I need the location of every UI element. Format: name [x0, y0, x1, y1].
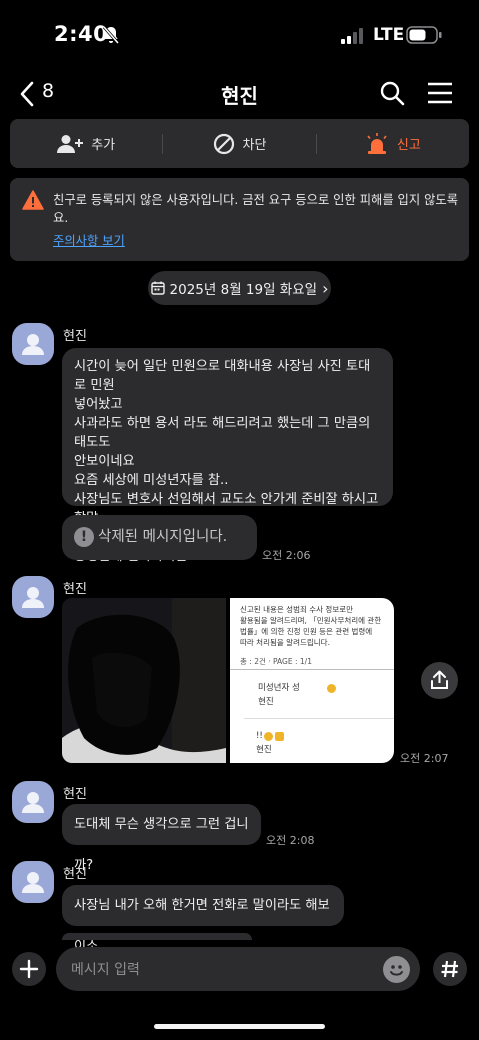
- block-button[interactable]: 차단: [163, 119, 315, 168]
- doc-divider: [230, 669, 394, 670]
- message-bubble-partial[interactable]: [62, 933, 252, 940]
- message-timestamp: 오전 2:07: [400, 752, 449, 765]
- battery-icon: [406, 26, 442, 44]
- sender-name: 현진: [63, 582, 87, 597]
- search-icon[interactable]: [379, 80, 405, 106]
- network-type: LTE: [373, 25, 405, 45]
- redacted-photo-image: [62, 598, 226, 763]
- share-button[interactable]: [421, 662, 458, 699]
- signal-icon: [341, 28, 363, 44]
- menu-icon[interactable]: [427, 81, 453, 105]
- badge-icon: [264, 732, 273, 741]
- avatar[interactable]: [12, 576, 54, 618]
- message-input[interactable]: 메시지 입력: [56, 947, 420, 991]
- date-divider[interactable]: 2025년 8월 19일 화요일 ›: [148, 271, 331, 305]
- precautions-link[interactable]: 주의사항 보기: [53, 231, 125, 249]
- hashtag-button[interactable]: [433, 952, 467, 986]
- message-input-bar: 메시지 입력: [0, 947, 479, 991]
- message-bubble[interactable]: 시간이 늦어 일단 민원으로 대화내용 사장님 사진 토대로 민원 넣어놨고 사…: [62, 348, 393, 564]
- sender-name: 현진: [63, 787, 87, 802]
- date-label: 2025년 8월 19일 화요일: [169, 282, 318, 298]
- message-timestamp: 오전 2:06: [262, 549, 311, 562]
- add-friend-button[interactable]: 추가: [10, 119, 162, 168]
- message-input-placeholder: 메시지 입력: [71, 962, 140, 978]
- bell-muted-icon: [102, 26, 120, 44]
- stranger-action-bar: 추가 차단 신고: [10, 119, 469, 168]
- deleted-message-bubble[interactable]: ! 삭제된 메시지입니다.: [62, 515, 257, 560]
- chat-title: 현진: [221, 84, 258, 108]
- photo-attachment[interactable]: [62, 598, 226, 763]
- block-icon: [213, 133, 234, 154]
- siren-icon: [367, 132, 387, 154]
- report-button[interactable]: 신고: [317, 119, 469, 168]
- lock-icon: [275, 732, 284, 741]
- calendar-icon: [150, 281, 165, 295]
- warning-text: 친구로 등록되지 않은 사용자입니다. 금전 요구 등으로 인한 피해를 입지 …: [53, 193, 458, 225]
- plus-icon: [19, 959, 39, 979]
- emoji-button[interactable]: [383, 956, 410, 983]
- document-photo-attachment[interactable]: 신고된 내용은 성범죄 수사 정보로만 활용됨을 알려드리며, 「민원사무처리에…: [230, 598, 394, 763]
- chevron-right-icon: ›: [322, 278, 329, 298]
- default-profile-icon: [22, 792, 44, 813]
- sender-name: 현진: [63, 867, 87, 882]
- doc-divider: [244, 718, 394, 719]
- message-timestamp: 오전 2:08: [266, 834, 315, 847]
- warning-icon: [22, 190, 44, 210]
- avatar[interactable]: [12, 861, 54, 903]
- message-bubble[interactable]: 도대체 무슨 생각으로 그런 겁니까?: [62, 804, 261, 873]
- avatar[interactable]: [12, 323, 54, 365]
- default-profile-icon: [22, 334, 44, 355]
- exclamation-icon: !: [74, 527, 94, 547]
- block-label: 차단: [242, 138, 267, 153]
- sender-name: 현진: [63, 329, 87, 344]
- status-bar: 2:40 LTE: [0, 0, 479, 72]
- home-indicator[interactable]: [154, 1024, 325, 1029]
- default-profile-icon: [22, 872, 44, 893]
- add-person-icon: [57, 134, 84, 153]
- hashtag-icon: [441, 960, 458, 978]
- default-profile-icon: [22, 587, 44, 608]
- add-friend-label: 추가: [91, 138, 116, 153]
- message-bubble[interactable]: 사장님 내가 오해 한거면 전화로 말이라도 해보이소: [62, 885, 344, 954]
- avatar[interactable]: [12, 781, 54, 823]
- emoji-icon: [390, 965, 403, 976]
- attach-button[interactable]: [12, 952, 46, 986]
- share-icon: [431, 670, 448, 689]
- badge-icon: [327, 684, 336, 693]
- report-label: 신고: [396, 138, 421, 153]
- stranger-warning-notice: 친구로 등록되지 않은 사용자입니다. 금전 요구 등으로 인한 피해를 입지 …: [10, 178, 469, 261]
- chat-header: 8 현진: [0, 72, 479, 114]
